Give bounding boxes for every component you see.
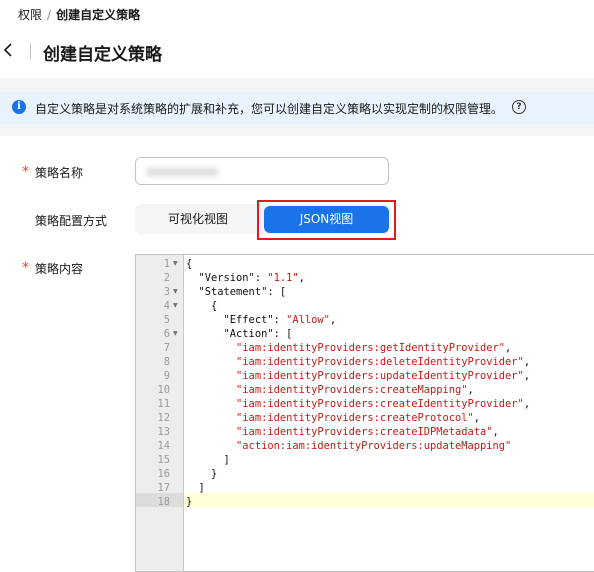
- redacted-value: [146, 167, 218, 177]
- code-line: "Effect": "Allow",: [186, 314, 337, 326]
- highlight-annotation: [257, 200, 396, 240]
- breadcrumb-separator: /: [47, 8, 52, 22]
- gutter-border: [183, 255, 184, 571]
- code-line: }: [186, 496, 193, 508]
- line-number: 9: [163, 370, 170, 382]
- chevron-left-icon: [3, 43, 12, 57]
- code-line: {: [186, 300, 218, 312]
- breadcrumb: 权限 / 创建自定义策略: [18, 6, 140, 23]
- line-number: 12: [157, 412, 170, 424]
- page-title: 创建自定义策略: [43, 45, 162, 65]
- back-button[interactable]: [0, 39, 22, 61]
- required-mark: *: [22, 164, 29, 180]
- line-number: 18: [157, 496, 170, 508]
- fold-triangle-icon[interactable]: ▼: [173, 299, 178, 313]
- config-mode-label: 策略配置方式: [35, 214, 108, 228]
- code-line: "iam:identityProviders:updateIdentityPro…: [236, 370, 531, 382]
- fold-triangle-icon[interactable]: ▼: [173, 285, 178, 299]
- line-number: 1: [163, 258, 170, 270]
- json-code-editor[interactable]: 1 ▼{2 "Version": "1.1", 3 ▼ "Statement": [4…: [135, 254, 594, 572]
- line-number: 3: [163, 286, 170, 298]
- section-gap: [0, 78, 594, 92]
- line-number: 11: [157, 398, 170, 410]
- code-line: }: [186, 468, 218, 480]
- code-line: ]: [186, 482, 205, 494]
- code-line: "Action": [: [186, 328, 293, 340]
- policy-content-label: 策略内容: [35, 262, 84, 276]
- code-line: "iam:identityProviders:createMapping",: [236, 384, 474, 396]
- line-number: 14: [157, 440, 170, 452]
- line-number: 8: [163, 356, 170, 368]
- code-line: "iam:identityProviders:deleteIdentityPro…: [236, 356, 531, 368]
- line-number: 15: [157, 454, 170, 466]
- section-gap-2: [0, 124, 594, 136]
- code-line: "iam:identityProviders:createIDPMetadata…: [236, 426, 499, 438]
- line-number: 17: [157, 482, 170, 494]
- code-line: "iam:identityProviders:getIdentityProvid…: [236, 342, 512, 354]
- code-line: "Version": "1.1",: [186, 272, 305, 284]
- line-number: 7: [163, 342, 170, 354]
- code-line: "iam:identityProviders:createProtocol",: [236, 412, 481, 424]
- active-line-highlight: [184, 493, 594, 507]
- code-line: "Statement": [: [186, 286, 287, 298]
- info-icon: [12, 100, 26, 114]
- line-number: 16: [157, 468, 170, 480]
- policy-name-input[interactable]: [135, 157, 389, 185]
- visual-view-option[interactable]: 可视化视图: [135, 204, 261, 234]
- required-mark: *: [22, 260, 29, 276]
- line-number: 13: [157, 426, 170, 438]
- policy-name-label: 策略名称: [35, 166, 84, 180]
- code-line: "action:iam:identityProviders:updateMapp…: [236, 440, 512, 452]
- info-banner-text: 自定义策略是对系统策略的扩展和补充，您可以创建自定义策略以实现定制的权限管理。: [35, 102, 504, 116]
- code-line: ]: [186, 454, 230, 466]
- fold-triangle-icon[interactable]: ▼: [173, 327, 178, 341]
- line-number: 4: [163, 300, 170, 312]
- help-icon[interactable]: [512, 100, 526, 114]
- line-number: 2: [163, 272, 170, 284]
- fold-triangle-icon[interactable]: ▼: [173, 257, 178, 271]
- title-divider: [30, 43, 31, 59]
- code-line: {: [186, 258, 193, 270]
- line-number: 6: [163, 328, 170, 340]
- breadcrumb-parent-link[interactable]: 权限: [18, 8, 42, 22]
- line-number: 10: [157, 384, 170, 396]
- breadcrumb-current: 创建自定义策略: [56, 8, 141, 22]
- code-line: "iam:identityProviders:createIdentityPro…: [236, 398, 531, 410]
- line-number: 5: [163, 314, 170, 326]
